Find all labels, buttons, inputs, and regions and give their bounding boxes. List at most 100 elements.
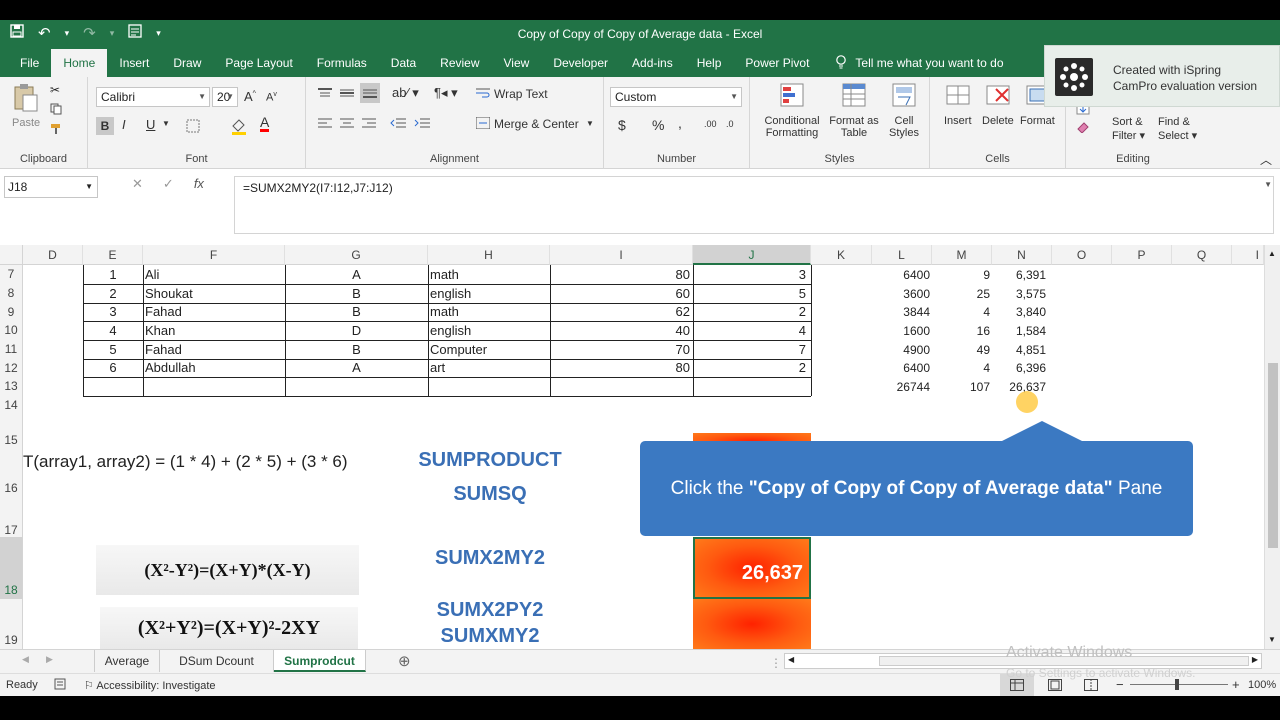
zoom-in-icon[interactable]: + [1232, 677, 1240, 692]
sheet-tab-sumprodcut[interactable]: Sumprodcut [274, 650, 366, 672]
row-header[interactable]: 17 [0, 499, 23, 537]
cell-g7[interactable]: A [285, 266, 428, 284]
sumproduct-formula-text[interactable]: T(array1, array2) = (1 * 4) + (2 * 5) + … [23, 451, 403, 473]
format-as-table-icon[interactable] [842, 83, 866, 110]
cell-e7[interactable]: 1 [83, 266, 143, 284]
tab-data[interactable]: Data [379, 49, 428, 77]
cell-i10[interactable]: 40 [550, 322, 690, 340]
cell-f7[interactable]: Ali [145, 266, 283, 284]
sumx2py2-label[interactable]: SUMX2PY2 [400, 599, 580, 622]
cell-e12[interactable]: 6 [83, 359, 143, 377]
orientation-icon[interactable]: ab⁄ ▾ [392, 85, 419, 101]
cell-n7[interactable]: 6,391 [992, 266, 1046, 284]
column-header-f[interactable]: F [143, 245, 285, 265]
cell-n11[interactable]: 4,851 [992, 341, 1046, 359]
prev-sheet-icon[interactable]: ◀ [22, 654, 29, 665]
tab-help[interactable]: Help [685, 49, 734, 77]
cell-j12[interactable]: 2 [693, 359, 806, 377]
cell-m12[interactable]: 4 [932, 359, 990, 377]
cell-j18-value[interactable]: 26,637 [695, 561, 803, 585]
conditional-formatting-icon[interactable] [780, 83, 804, 110]
sumproduct-label[interactable]: SUMPRODUCT [400, 449, 580, 472]
zoom-slider-thumb[interactable] [1175, 679, 1179, 690]
paste-icon[interactable] [12, 83, 40, 116]
decrease-font-icon[interactable]: Av [266, 91, 277, 104]
cell-j10[interactable]: 4 [693, 322, 806, 340]
column-header-q[interactable]: Q [1172, 245, 1232, 265]
delete-button[interactable]: Delete [982, 115, 1014, 127]
page-break-view-icon[interactable] [1084, 679, 1098, 694]
cell-l11[interactable]: 4900 [872, 341, 930, 359]
column-header-g[interactable]: G [285, 245, 428, 265]
accessibility-status[interactable]: ⚐ Accessibility: Investigate [84, 679, 216, 692]
cell-h12[interactable]: art [430, 359, 548, 377]
cell-h11[interactable]: Computer [430, 341, 548, 359]
cell-n10[interactable]: 1,584 [992, 322, 1046, 340]
tab-insert[interactable]: Insert [107, 49, 161, 77]
column-header-k[interactable]: K [811, 245, 872, 265]
next-sheet-icon[interactable]: ▶ [46, 654, 53, 665]
italic-button[interactable]: I [122, 117, 126, 132]
cell-i8[interactable]: 60 [550, 285, 690, 303]
column-header-m[interactable]: M [932, 245, 992, 265]
tab-split-handle-icon[interactable]: ⋮ [770, 656, 782, 670]
cell-h9[interactable]: math [430, 303, 548, 321]
tell-me-search[interactable]: Tell me what you want to do [835, 54, 1004, 72]
row-header[interactable]: 15 [0, 414, 23, 449]
cell-e8[interactable]: 2 [83, 285, 143, 303]
tab-review[interactable]: Review [428, 49, 491, 77]
cell-l12[interactable]: 6400 [872, 359, 930, 377]
enter-icon[interactable]: ✓ [163, 176, 174, 192]
number-format-dropdown[interactable]: Custom ▼ [610, 87, 742, 107]
tab-draw[interactable]: Draw [161, 49, 213, 77]
column-header-r[interactable]: I [1232, 245, 1264, 265]
decrease-decimal-icon[interactable]: .0 [726, 119, 734, 129]
sumsq-label[interactable]: SUMSQ [400, 483, 580, 506]
cell-l9[interactable]: 3844 [872, 303, 930, 321]
cell-f10[interactable]: Khan [145, 322, 283, 340]
underline-button[interactable]: U [146, 117, 155, 132]
row-header[interactable]: 12 [0, 359, 23, 377]
merge-center-button[interactable]: Merge & Center [494, 117, 579, 131]
cell-j7[interactable]: 3 [693, 266, 806, 284]
column-header-d[interactable]: D [23, 245, 83, 265]
cell-f12[interactable]: Abdullah [145, 359, 283, 377]
percent-button[interactable]: % [652, 117, 664, 133]
cell-n12[interactable]: 6,396 [992, 359, 1046, 377]
row-header[interactable]: 19 [0, 599, 23, 649]
row-header[interactable]: 11 [0, 340, 23, 359]
find-select-button[interactable]: Find & Select ▾ [1158, 115, 1197, 143]
column-header-i[interactable]: I [550, 245, 693, 265]
scroll-right-icon[interactable]: ▶ [1252, 655, 1258, 664]
sumxmy2-label[interactable]: SUMXMY2 [400, 625, 580, 648]
cell-f11[interactable]: Fahad [145, 341, 283, 359]
cell-g12[interactable]: A [285, 359, 428, 377]
tab-formulas[interactable]: Formulas [305, 49, 379, 77]
tab-page-layout[interactable]: Page Layout [213, 49, 304, 77]
scroll-thumb[interactable] [1268, 363, 1278, 548]
align-center-icon[interactable] [340, 117, 354, 132]
cell-m10[interactable]: 16 [932, 322, 990, 340]
scroll-left-icon[interactable]: ◀ [788, 655, 794, 664]
tab-developer[interactable]: Developer [541, 49, 620, 77]
tab-home[interactable]: Home [51, 49, 108, 77]
heat-cell-j19[interactable] [693, 599, 811, 649]
increase-font-icon[interactable]: A^ [244, 89, 256, 104]
cell-m13-total[interactable]: 107 [932, 378, 990, 396]
zoom-level[interactable]: 100% [1248, 679, 1276, 691]
merge-dropdown-icon[interactable]: ▼ [586, 119, 594, 128]
conditional-formatting-button[interactable]: Conditional Formatting [762, 115, 822, 139]
column-header-l[interactable]: L [872, 245, 932, 265]
row-header[interactable]: 9 [0, 303, 23, 321]
cell-i7[interactable]: 80 [550, 266, 690, 284]
insert-cells-icon[interactable] [946, 83, 970, 110]
insert-function-icon[interactable]: fx [194, 176, 204, 192]
decrease-indent-icon[interactable] [390, 117, 406, 132]
align-bottom-icon[interactable] [360, 83, 380, 103]
tab-power-pivot[interactable]: Power Pivot [733, 49, 821, 77]
scroll-down-icon[interactable]: ▼ [1268, 635, 1276, 644]
cell-i11[interactable]: 70 [550, 341, 690, 359]
bold-button[interactable]: B [96, 117, 114, 135]
align-top-icon[interactable] [318, 87, 332, 102]
currency-button[interactable]: $ [618, 117, 626, 133]
